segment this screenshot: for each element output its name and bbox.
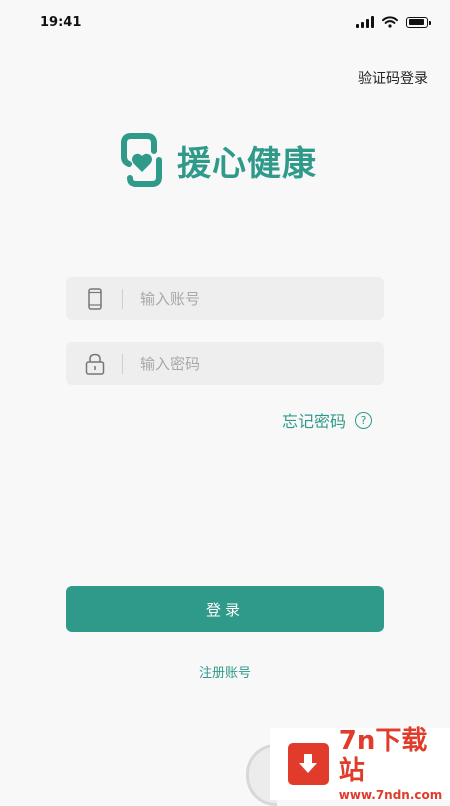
- status-icons: [356, 16, 431, 28]
- app-logo: 援心健康: [121, 132, 317, 188]
- status-time: 19:41: [40, 15, 82, 30]
- register-account-link[interactable]: 注册账号: [0, 662, 450, 681]
- forgot-password-link[interactable]: 忘记密码 ?: [282, 408, 372, 432]
- password-input[interactable]: [138, 353, 384, 374]
- help-icon[interactable]: ?: [355, 411, 372, 429]
- logo-heart-icon: [121, 133, 162, 187]
- login-button[interactable]: 登录: [66, 586, 384, 632]
- account-input[interactable]: [138, 288, 384, 309]
- lock-icon: [84, 352, 106, 376]
- watermark-title: 7n下载站: [338, 726, 428, 786]
- field-divider: [122, 288, 123, 309]
- status-bar: 19:41: [0, 0, 450, 48]
- battery-icon: [406, 16, 431, 28]
- watermark-text: 7n下载站 www.7ndn.com: [339, 726, 450, 802]
- watermark: 7n下载站 www.7ndn.com: [270, 726, 450, 802]
- verification-code-login-link[interactable]: 验证码登录: [358, 68, 428, 88]
- password-field[interactable]: [66, 342, 384, 385]
- forgot-password-label: 忘记密码: [281, 412, 346, 431]
- app-name: 援心健康: [177, 143, 317, 184]
- account-field[interactable]: [66, 277, 384, 320]
- wifi-icon: [382, 16, 398, 28]
- field-divider: [122, 353, 123, 374]
- phone-icon: [84, 287, 106, 311]
- download-arrow-icon: [288, 743, 329, 785]
- cellular-signal-icon: [356, 16, 374, 28]
